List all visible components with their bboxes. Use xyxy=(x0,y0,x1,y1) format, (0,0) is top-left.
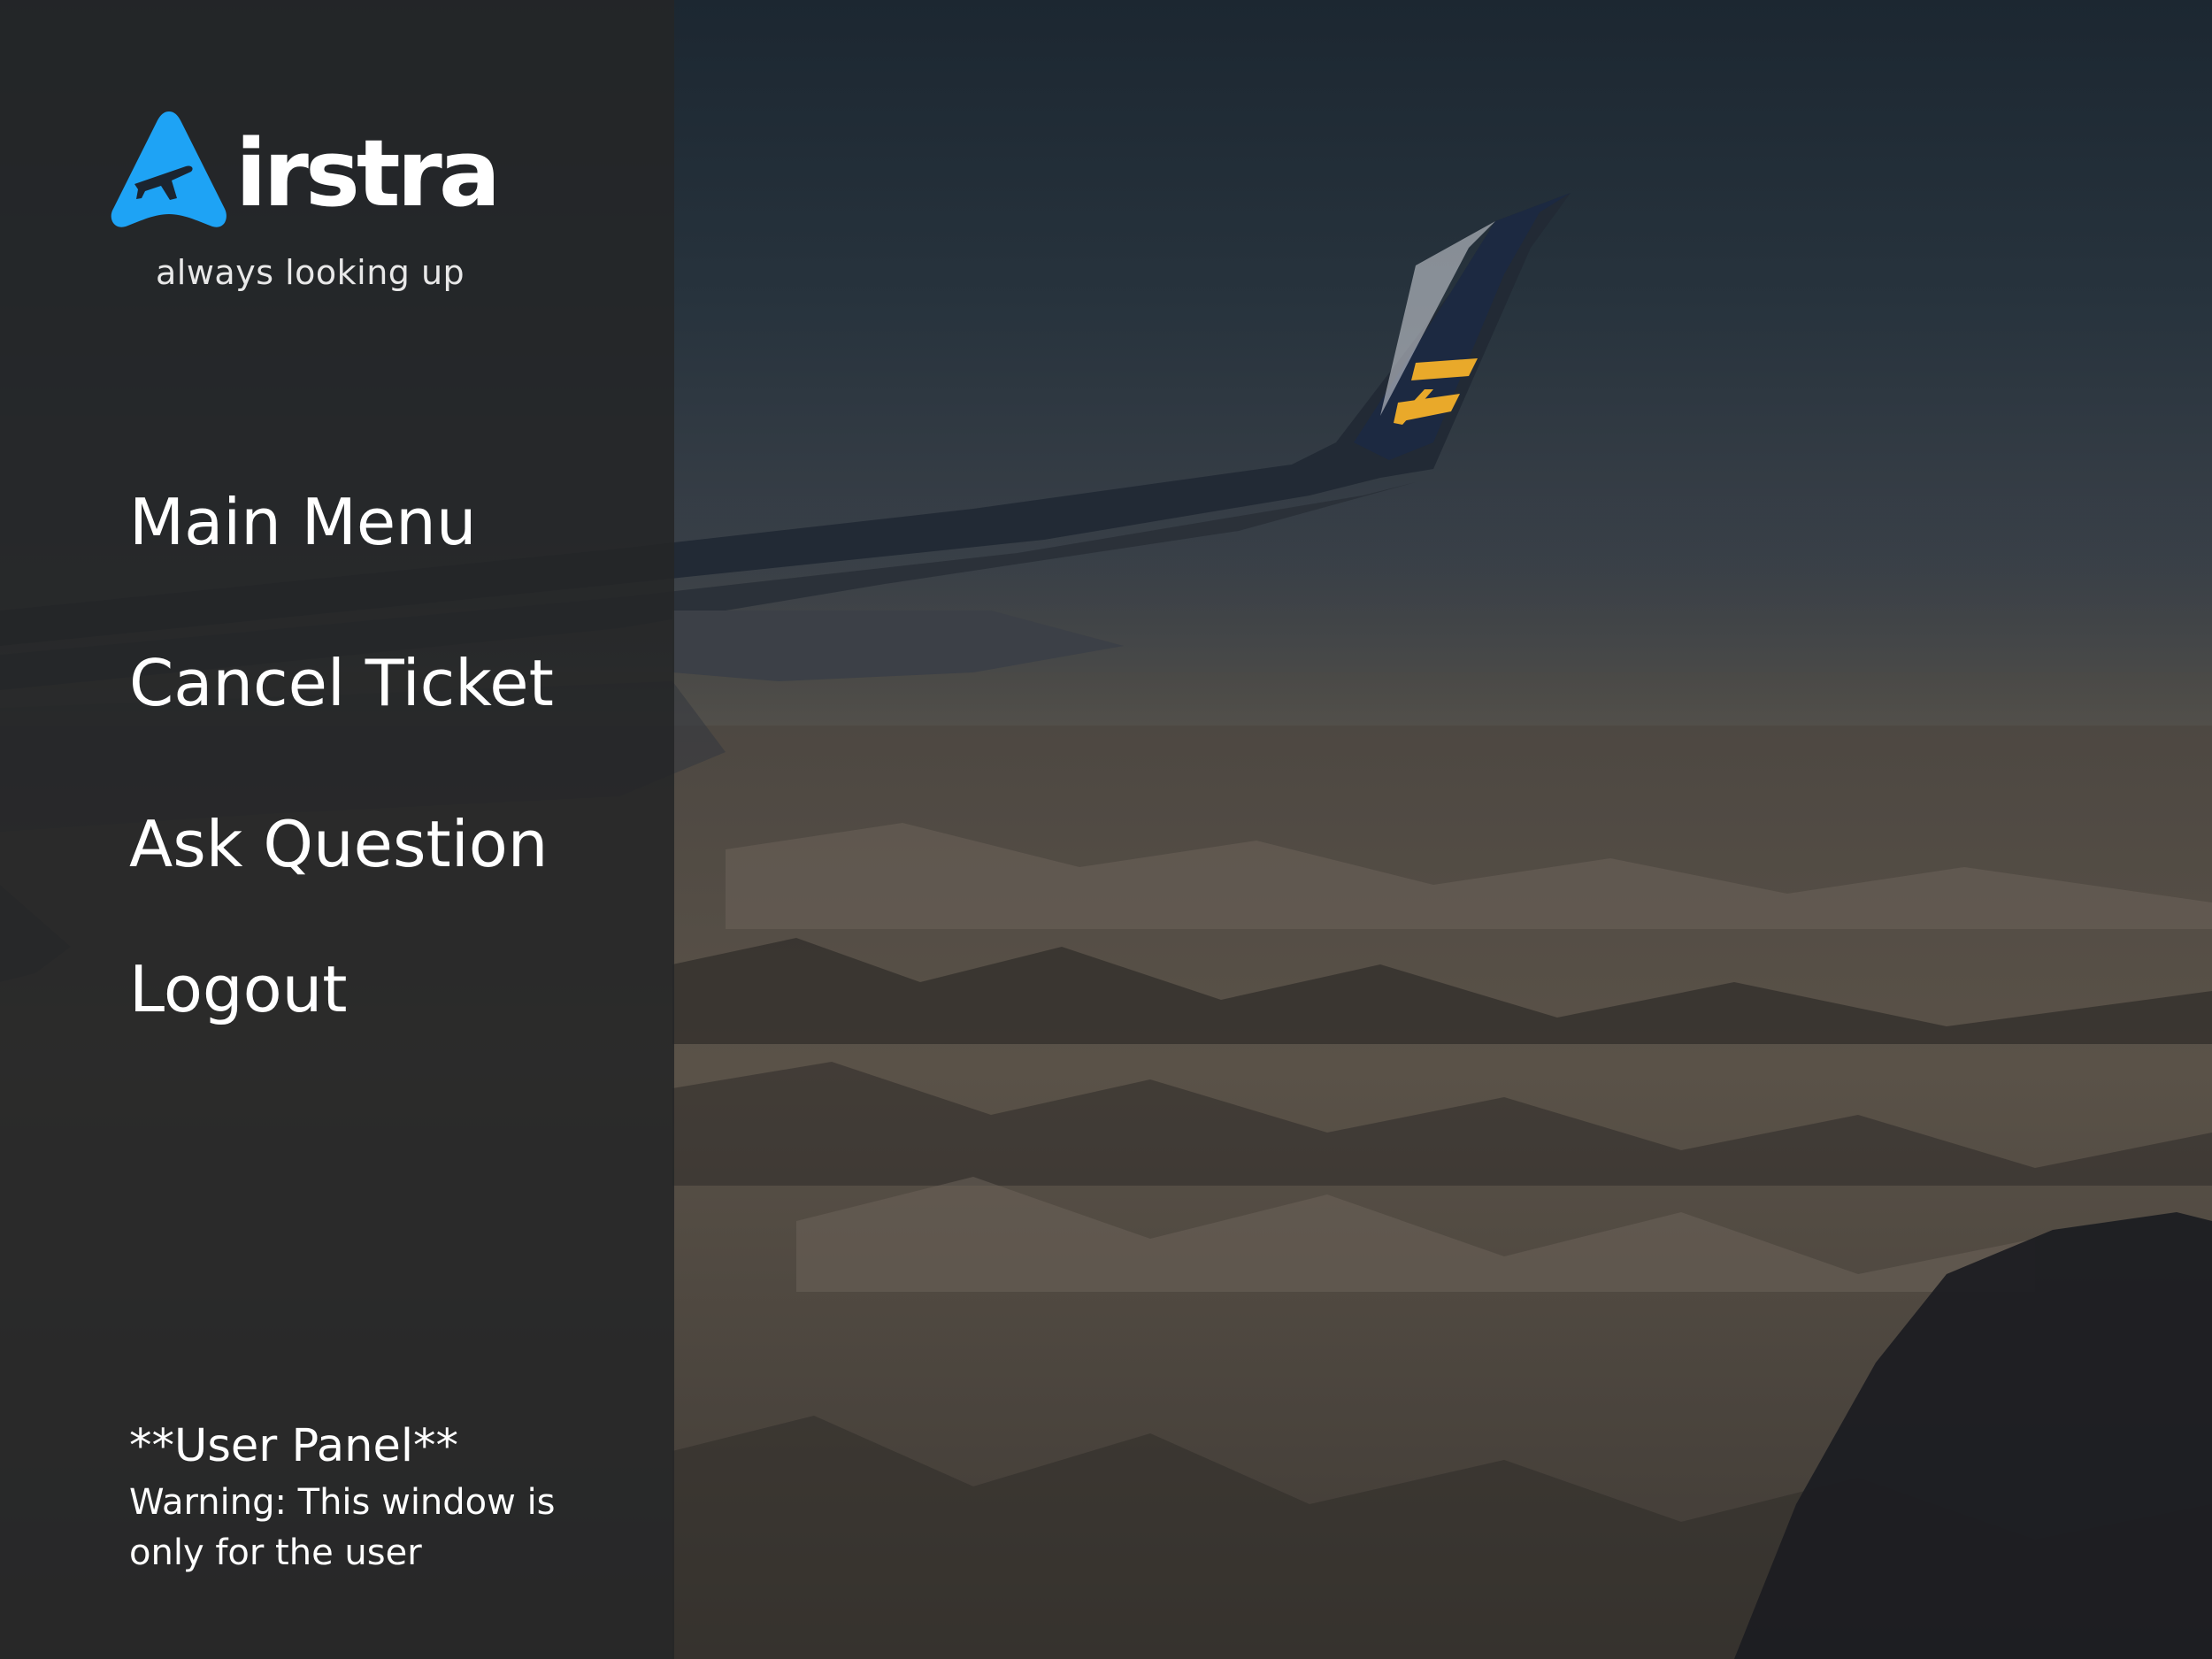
brand-logo[interactable]: irstra xyxy=(110,111,501,235)
brand-tagline: always looking up xyxy=(156,253,465,292)
main-navigation: Main Menu Cancel Ticket Ask Question Log… xyxy=(129,478,554,1033)
nav-item-logout[interactable]: Logout xyxy=(129,945,554,1033)
user-panel-title: **User Panel** xyxy=(129,1420,459,1472)
nav-item-ask-question[interactable]: Ask Question xyxy=(129,800,554,945)
airplane-triangle-icon xyxy=(111,111,227,227)
user-panel-warning: Warning: This window is only for the use… xyxy=(129,1482,556,1573)
sidebar: irstra always looking up Main Menu Cance… xyxy=(0,0,674,1659)
brand-wordmark: irstra xyxy=(235,119,501,227)
nav-item-main-menu[interactable]: Main Menu xyxy=(129,478,554,639)
user-panel-info: **User Panel** Warning: This window is o… xyxy=(129,1416,625,1578)
nav-item-cancel-ticket[interactable]: Cancel Ticket xyxy=(129,639,554,800)
